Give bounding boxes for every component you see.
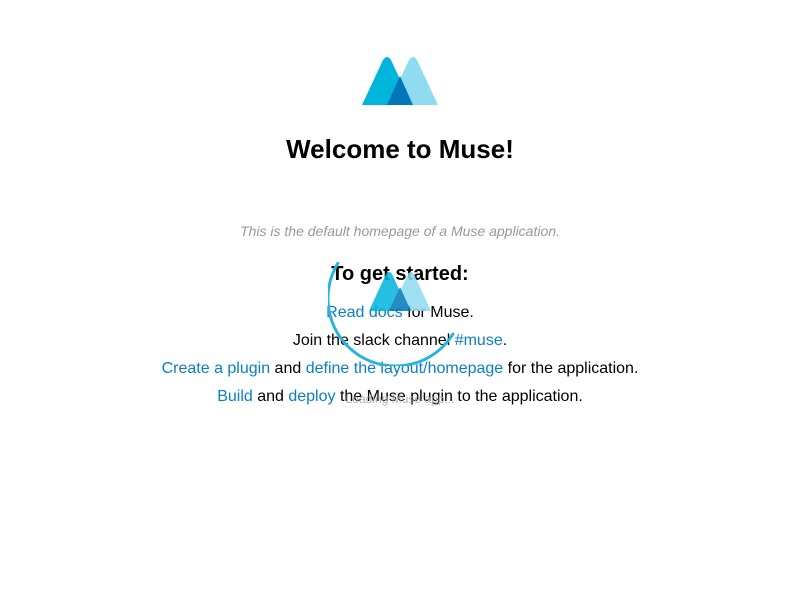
slack-line: Join the slack channel #muse.: [0, 330, 800, 352]
build-deploy-line: Build and deploy the Muse plugin to the …: [0, 386, 800, 408]
plugin-and-text: and: [270, 360, 306, 377]
create-plugin-link[interactable]: Create a plugin: [162, 360, 271, 377]
plugin-suffix-text: for the application.: [503, 360, 639, 377]
read-docs-line: Read docs for Muse.: [0, 302, 800, 324]
welcome-page: Welcome to Muse! This is the default hom…: [0, 0, 800, 600]
read-docs-link[interactable]: Read docs: [326, 304, 403, 321]
slack-text: Join the slack channel: [292, 332, 455, 349]
muse-logo-icon: [362, 57, 438, 105]
getting-started-heading: To get started:: [331, 263, 469, 285]
build-and-text: and: [252, 388, 289, 405]
build-link[interactable]: Build: [217, 388, 253, 405]
page-title: Welcome to Muse!: [286, 134, 514, 164]
muse-slack-channel-link[interactable]: #muse: [455, 332, 503, 349]
read-docs-text: for Muse.: [402, 304, 474, 321]
define-layout-link[interactable]: define the layout/homepage: [306, 360, 503, 377]
plugin-line: Create a plugin and define the layout/ho…: [0, 358, 800, 380]
deploy-suffix-text: the Muse plugin to the application.: [335, 388, 583, 405]
page-description: This is the default homepage of a Muse a…: [240, 223, 560, 239]
slack-suffix: .: [502, 332, 508, 349]
deploy-link[interactable]: deploy: [288, 388, 335, 405]
